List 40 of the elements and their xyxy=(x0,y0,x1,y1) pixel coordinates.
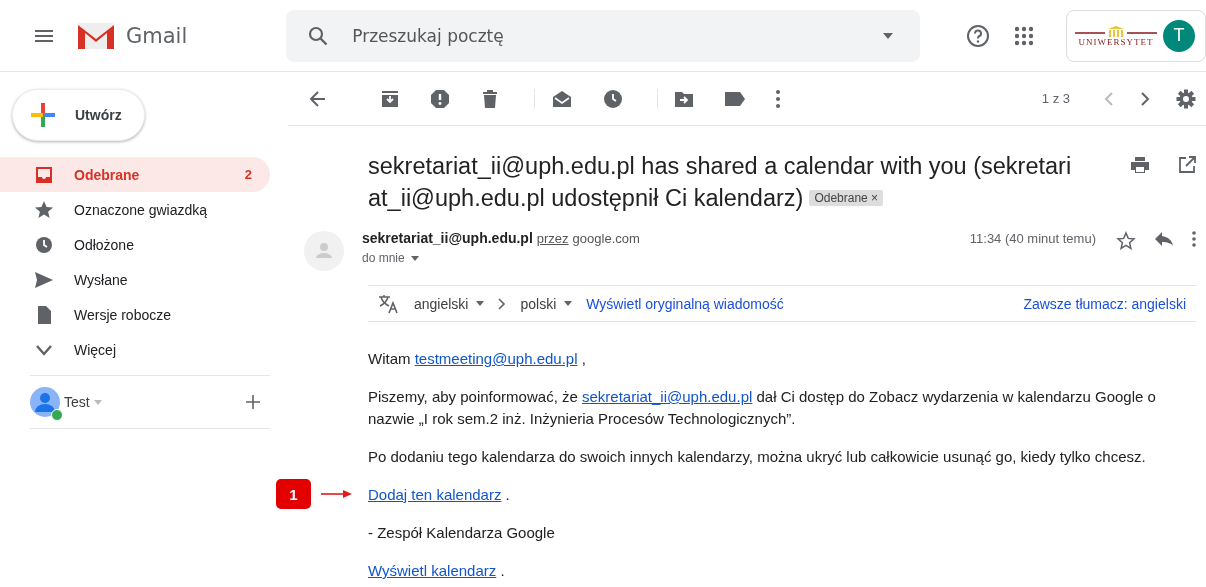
source-language-dropdown[interactable]: angielski xyxy=(414,295,485,312)
sidebar-item[interactable]: Wersje robocze xyxy=(0,297,270,332)
via-domain: google.com xyxy=(572,231,640,246)
email-time: 11:34 (40 minut temu) xyxy=(969,231,1096,246)
step-badge: 1 xyxy=(276,479,311,509)
sidebar-item[interactable]: Oznaczone gwiazdką xyxy=(0,192,270,227)
page-counter: 1 z 3 xyxy=(1041,91,1070,106)
university-logo: UNIWERSYTET xyxy=(1075,24,1157,47)
sidebar-item[interactable]: Więcej xyxy=(0,332,270,367)
avatar[interactable]: T xyxy=(1163,19,1195,52)
sender-address: sekretariat_ii@uph.edu.pl xyxy=(362,230,533,246)
target-language-dropdown[interactable]: polski xyxy=(520,295,573,312)
link[interactable]: Wyświetl kalendarz xyxy=(368,562,497,579)
via-label: przez xyxy=(536,231,569,246)
paragraph: Dodaj ten kalendarz . xyxy=(368,485,511,505)
sidebar-item[interactable]: Odebrane 2 xyxy=(0,157,270,192)
account-switcher[interactable]: UNIWERSYTET T xyxy=(1066,9,1206,62)
email-subject-line: sekretariat_ii@uph.edu.pl has shared a calendar with you (sekretari xyxy=(368,152,1073,181)
label-chip[interactable]: Odebrane × xyxy=(809,190,884,206)
show-original-link[interactable]: Wyświetl oryginalną wiadomość xyxy=(586,295,784,312)
compose-button[interactable]: Utwórz xyxy=(12,89,145,141)
paragraph: Piszemy, aby poinformować, że sekretariat_ii@uph.edu.pl dał Ci dostęp do Zobacz wydarzenia w kalendarzu Google o nazwie „I rok sem.2 inż. Inżynieria Procesów Technologicznych”. xyxy=(368,387,1157,429)
user-name[interactable]: Test xyxy=(64,394,90,410)
remove-label-button[interactable]: × xyxy=(871,191,879,205)
email-subject-line: at_ii@uph.edu.pl udostępnił Ci kalendarz) xyxy=(368,184,804,213)
link[interactable]: testmeeting@uph.edu.pl xyxy=(414,350,578,367)
always-translate-link[interactable]: Zawsze tłumacz: angielski xyxy=(1023,295,1186,312)
recipient-dropdown[interactable]: do mnie xyxy=(362,251,952,265)
link[interactable]: Dodaj ten kalendarz xyxy=(368,486,502,503)
paragraph: Po dodaniu tego kalendarza do swoich innych kalendarzy, można ukryć lub całkowicie usunąć go, kiedy tylko chcesz. xyxy=(368,447,1147,467)
search-field[interactable]: Przeszukaj pocztę xyxy=(286,9,920,62)
search-input[interactable]: Przeszukaj pocztę xyxy=(350,24,862,47)
paragraph: Wyświetl kalendarz . xyxy=(368,561,506,581)
paragraph: - Zespół Kalendarza Google xyxy=(368,523,556,543)
link[interactable]: sekretariat_ii@uph.edu.pl xyxy=(582,388,753,405)
sidebar-item[interactable]: Wysłane xyxy=(0,262,270,297)
unread-count: 2 xyxy=(244,167,252,182)
paragraph: Witam testmeeting@uph.edu.pl , xyxy=(368,349,587,369)
sidebar-item[interactable]: Odłożone xyxy=(0,227,270,262)
app-name: Gmail xyxy=(126,23,188,48)
